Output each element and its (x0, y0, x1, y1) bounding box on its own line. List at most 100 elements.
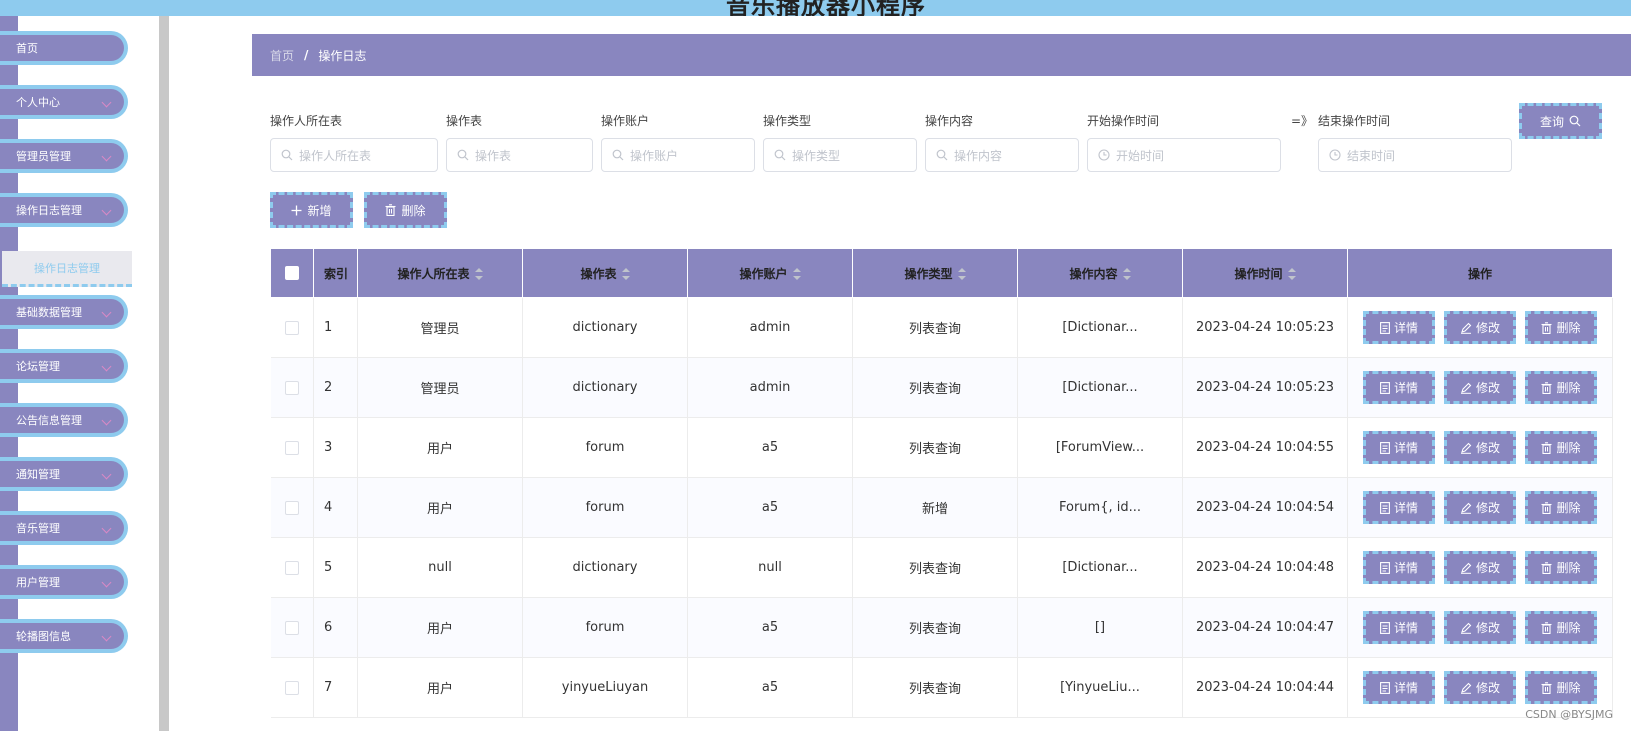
sidebar-item-notices[interactable]: 公告信息管理 (0, 403, 128, 437)
column-header-account[interactable]: 操作账户 (687, 248, 853, 298)
edit-button[interactable]: 修改 (1444, 671, 1516, 704)
detail-button[interactable]: 详情 (1363, 491, 1435, 524)
trash-icon (1541, 681, 1552, 694)
sort-icon[interactable] (792, 268, 801, 280)
edit-button[interactable]: 修改 (1444, 611, 1516, 644)
row-checkbox[interactable] (284, 560, 299, 575)
table-row[interactable]: 7 用户 yinyueLiuyan a5 列表查询 [YinyueLiu... 2023-0… (270, 657, 1613, 718)
delete-button[interactable]: 删除 (364, 192, 447, 228)
oplog-table: 索引 操作人所在表 操作表 操作账户 操作类型 操作内容 操作时间 操作 1 管理… (270, 248, 1613, 718)
sidebar-scrollbar[interactable] (159, 16, 169, 731)
cell-time: 2023-04-24 10:04:54 (1182, 477, 1348, 538)
content-input[interactable]: 操作内容 (925, 138, 1079, 172)
sidebar-item-forum[interactable]: 论坛管理 (0, 349, 128, 383)
sidebar-item-home[interactable]: 首页 (0, 31, 128, 65)
row-delete-button[interactable]: 删除 (1525, 371, 1597, 404)
column-header-content[interactable]: 操作内容 (1017, 248, 1183, 298)
row-checkbox[interactable] (284, 320, 299, 335)
detail-button[interactable]: 详情 (1363, 431, 1435, 464)
table-row[interactable]: 1 管理员 dictionary admin 列表查询 [Dictionar... 2023… (270, 297, 1613, 358)
row-select-cell (270, 477, 314, 538)
sidebar-item-label: 用户管理 (16, 576, 60, 589)
sort-icon[interactable] (957, 268, 966, 280)
edit-button[interactable]: 修改 (1444, 311, 1516, 344)
type-input[interactable]: 操作类型 (763, 138, 917, 172)
detail-button[interactable]: 详情 (1363, 671, 1435, 704)
sidebar-item-label: 通知管理 (16, 468, 60, 481)
row-delete-button-label: 删除 (1556, 501, 1581, 515)
sidebar-item-notifications[interactable]: 通知管理 (0, 457, 128, 491)
column-header-type[interactable]: 操作类型 (852, 248, 1018, 298)
sidebar-item-basedata[interactable]: 基础数据管理 (0, 295, 128, 329)
detail-button[interactable]: 详情 (1363, 311, 1435, 344)
breadcrumb-separator: / (304, 48, 309, 62)
trash-icon (1541, 561, 1552, 574)
table-row[interactable]: 4 用户 forum a5 新增 Forum{, id... 2023-04-24 10:0… (270, 477, 1613, 538)
sidebar-item-oplogs[interactable]: 操作日志管理 (0, 193, 128, 227)
sidebar-item-label: 公告信息管理 (16, 414, 82, 427)
trash-icon (1541, 501, 1552, 514)
detail-button[interactable]: 详情 (1363, 611, 1435, 644)
edit-icon (1460, 622, 1472, 634)
table-row[interactable]: 2 管理员 dictionary admin 列表查询 [Dictionar... 2023… (270, 357, 1613, 418)
user-table-input[interactable]: 操作人所在表 (270, 138, 438, 172)
row-delete-button[interactable]: 删除 (1525, 491, 1597, 524)
edit-button[interactable]: 修改 (1444, 491, 1516, 524)
sort-icon[interactable] (474, 268, 483, 280)
cell-table: forum (522, 597, 688, 658)
detail-button-label: 详情 (1393, 501, 1418, 515)
cell-user-table: 用户 (357, 477, 523, 538)
row-checkbox[interactable] (284, 380, 299, 395)
end-time-picker[interactable]: 结束时间 (1318, 138, 1512, 172)
row-actions: 详情 修改 删除 (1348, 671, 1612, 704)
breadcrumb-home[interactable]: 首页 (270, 47, 294, 64)
row-checkbox[interactable] (284, 680, 299, 695)
table-row[interactable]: 5 null dictionary null 列表查询 [Dictionar... 2023… (270, 537, 1613, 598)
row-checkbox[interactable] (284, 440, 299, 455)
cell-user-table: 用户 (357, 657, 523, 718)
edit-button[interactable]: 修改 (1444, 371, 1516, 404)
row-delete-button[interactable]: 删除 (1525, 311, 1597, 344)
table-input[interactable]: 操作表 (446, 138, 593, 172)
clock-icon (1329, 149, 1341, 161)
row-delete-button[interactable]: 删除 (1525, 431, 1597, 464)
column-header-time[interactable]: 操作时间 (1182, 248, 1348, 298)
row-delete-button[interactable]: 删除 (1525, 671, 1597, 704)
table-row[interactable]: 3 用户 forum a5 列表查询 [ForumView... 2023-04-24 10… (270, 417, 1613, 478)
sidebar-item-profile[interactable]: 个人中心 (0, 85, 128, 119)
sidebar-subitem-oplogs[interactable]: 操作日志管理 (2, 251, 132, 287)
account-input[interactable]: 操作账户 (601, 138, 755, 172)
row-checkbox[interactable] (284, 620, 299, 635)
row-delete-button[interactable]: 删除 (1525, 551, 1597, 584)
column-header-label: 操作内容 (1069, 266, 1118, 281)
sort-icon[interactable] (1122, 268, 1131, 280)
column-header-table[interactable]: 操作表 (522, 248, 688, 298)
detail-button[interactable]: 详情 (1363, 551, 1435, 584)
cell-index: 3 (313, 417, 358, 478)
trash-icon (385, 204, 396, 216)
sidebar-item-carousel[interactable]: 轮播图信息 (0, 619, 128, 653)
sort-icon[interactable] (621, 268, 630, 280)
query-button-label: 查询 (1539, 114, 1564, 129)
edit-button[interactable]: 修改 (1444, 551, 1516, 584)
table-row[interactable]: 6 用户 forum a5 列表查询[] 2023-04-24 10:04:47 详情 修改 删… (270, 597, 1613, 658)
sidebar-item-music[interactable]: 音乐管理 (0, 511, 128, 545)
search-icon (612, 149, 624, 161)
add-button[interactable]: 新增 (270, 192, 353, 228)
document-icon (1380, 621, 1390, 634)
edit-button[interactable]: 修改 (1444, 431, 1516, 464)
sidebar-item-users[interactable]: 用户管理 (0, 565, 128, 599)
sort-icon[interactable] (1287, 268, 1296, 280)
row-select-cell (270, 357, 314, 418)
select-all-checkbox[interactable] (285, 266, 299, 281)
cell-time: 2023-04-24 10:04:47 (1182, 597, 1348, 658)
query-button[interactable]: 查询 (1519, 103, 1602, 139)
chevron-down-icon (101, 523, 112, 534)
cell-user-table: 管理员 (357, 357, 523, 418)
sidebar-item-admins[interactable]: 管理员管理 (0, 139, 128, 173)
column-header-user-table[interactable]: 操作人所在表 (357, 248, 523, 298)
start-time-picker[interactable]: 开始时间 (1087, 138, 1281, 172)
detail-button[interactable]: 详情 (1363, 371, 1435, 404)
row-checkbox[interactable] (284, 500, 299, 515)
row-delete-button[interactable]: 删除 (1525, 611, 1597, 644)
